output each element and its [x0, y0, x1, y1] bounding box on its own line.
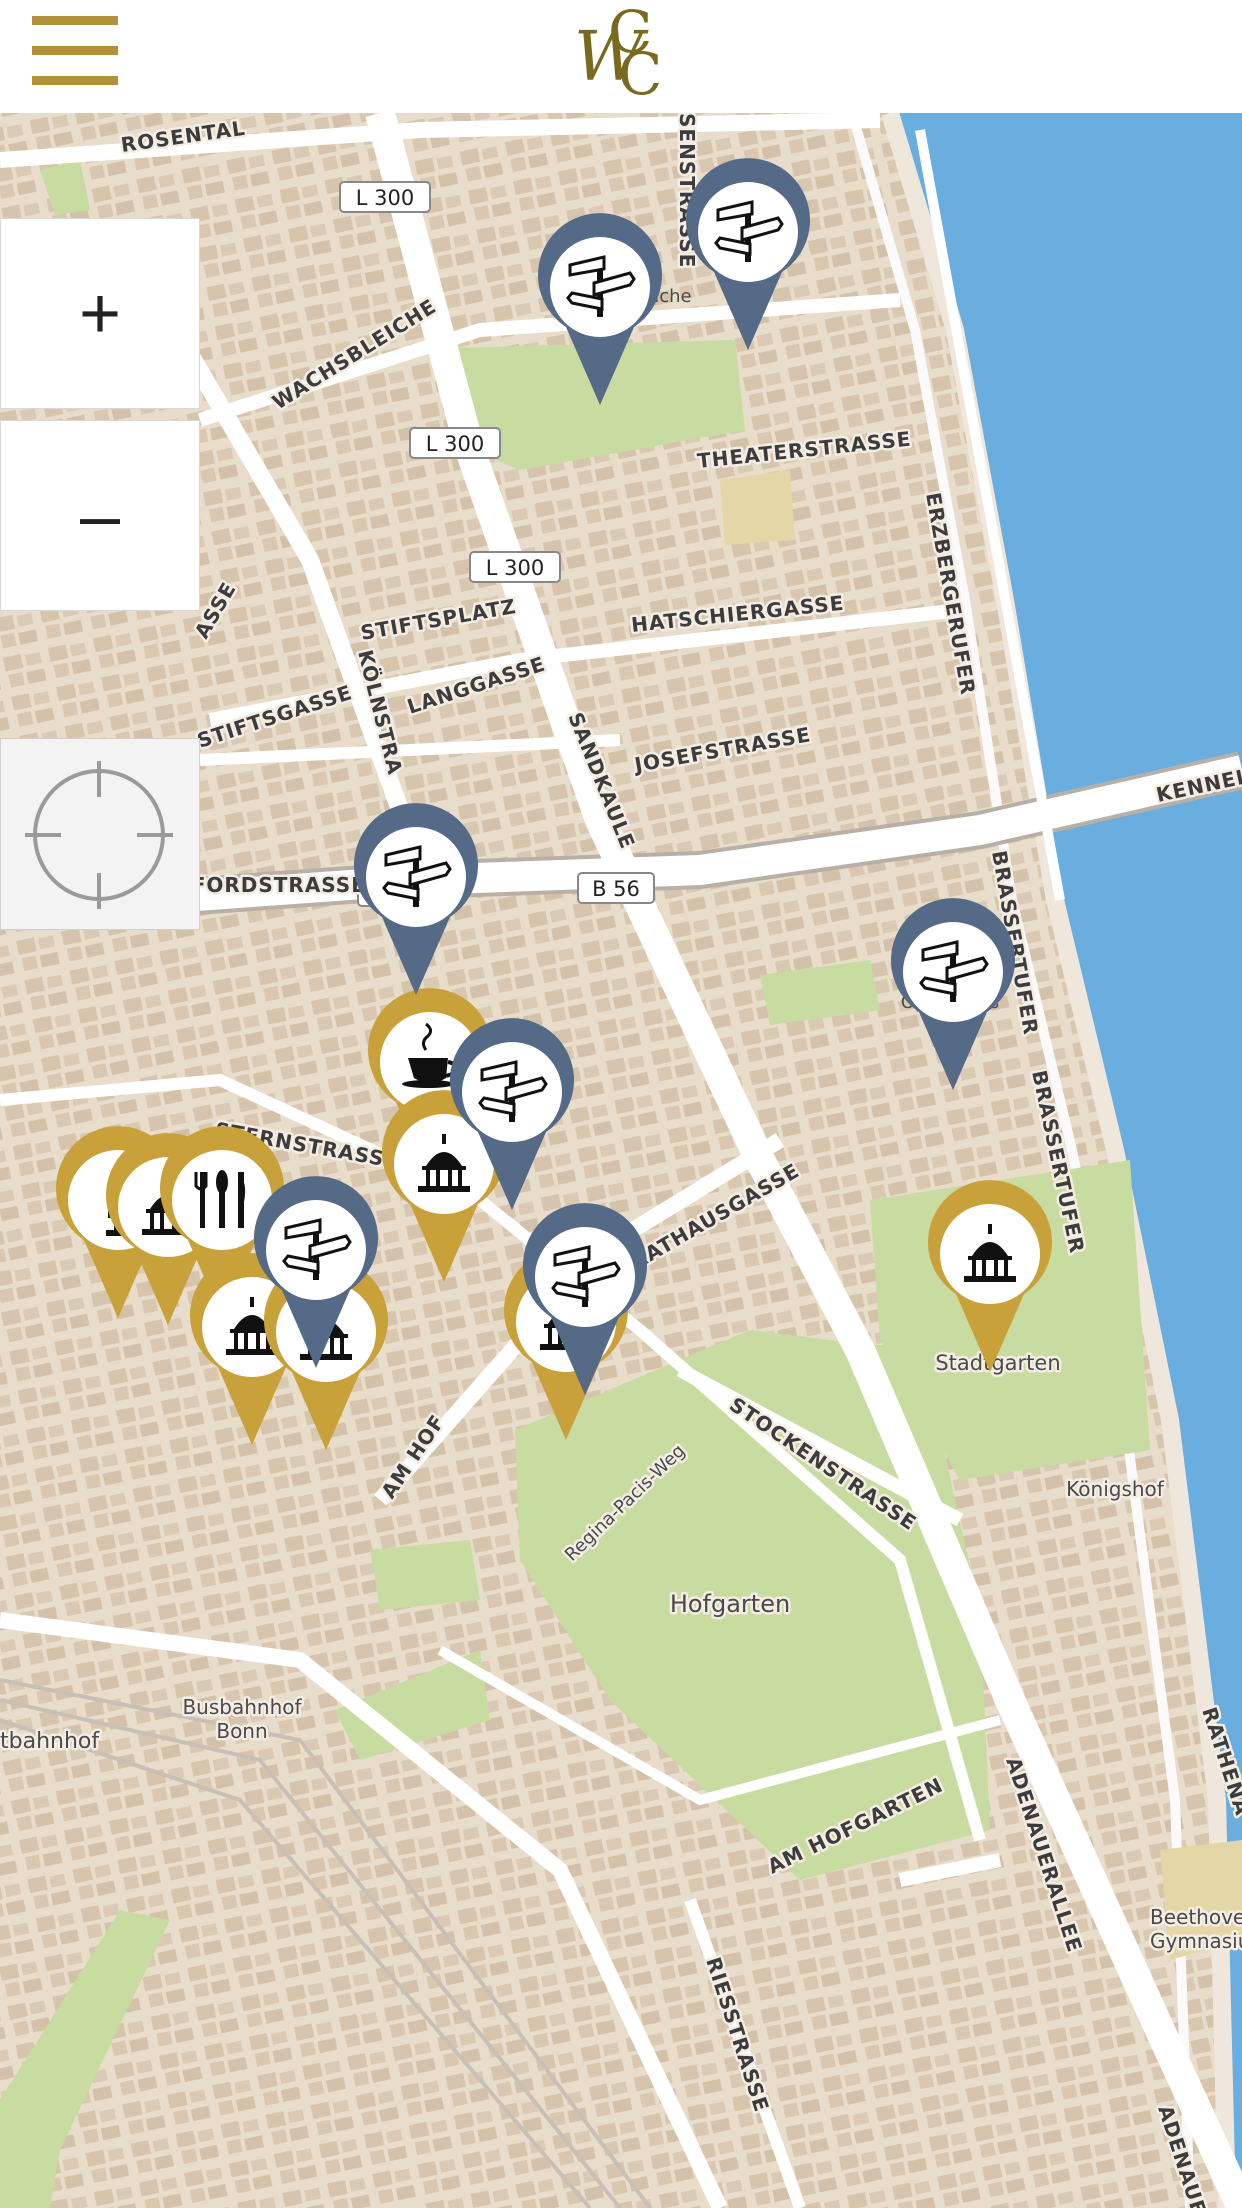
svg-text:B 56: B 56 [592, 877, 640, 901]
place-label: Königshof [1066, 1477, 1165, 1501]
svg-text:L 300: L 300 [486, 556, 544, 580]
crosshair-icon [25, 761, 173, 909]
road-shield: L 300 [469, 551, 561, 583]
zoom-in-label: + [78, 273, 122, 354]
svg-text:L 300: L 300 [426, 432, 484, 456]
road-shield: L 300 [409, 427, 501, 459]
map-view[interactable]: L 300 L 300 L 300 B 56 L ROSENTAL WACHSB… [0, 113, 1242, 2208]
zoom-in-button[interactable]: + [0, 218, 200, 409]
zoom-out-label: – [79, 475, 121, 556]
logo: W C C [574, 0, 662, 104]
road-shield: B 56 [577, 872, 655, 904]
place-label: Bonn [216, 1719, 267, 1743]
place-label: Stadtgarten [935, 1351, 1060, 1375]
svg-text:C: C [618, 40, 662, 104]
place-label: Busbahnhof [182, 1695, 302, 1719]
place-label: Beethove [1150, 1905, 1242, 1929]
place-label: tbahnhof [0, 1729, 100, 1754]
place-label: Gymnasiu [1150, 1929, 1242, 1953]
locate-button[interactable] [0, 738, 200, 930]
top-bar: W C C [0, 0, 1242, 113]
place-label: Hofgarten [670, 1590, 790, 1618]
svg-text:L 300: L 300 [356, 186, 414, 210]
hamburger-menu-icon[interactable] [32, 16, 118, 86]
road-shield: L 300 [339, 181, 431, 213]
zoom-out-button[interactable]: – [0, 420, 200, 611]
